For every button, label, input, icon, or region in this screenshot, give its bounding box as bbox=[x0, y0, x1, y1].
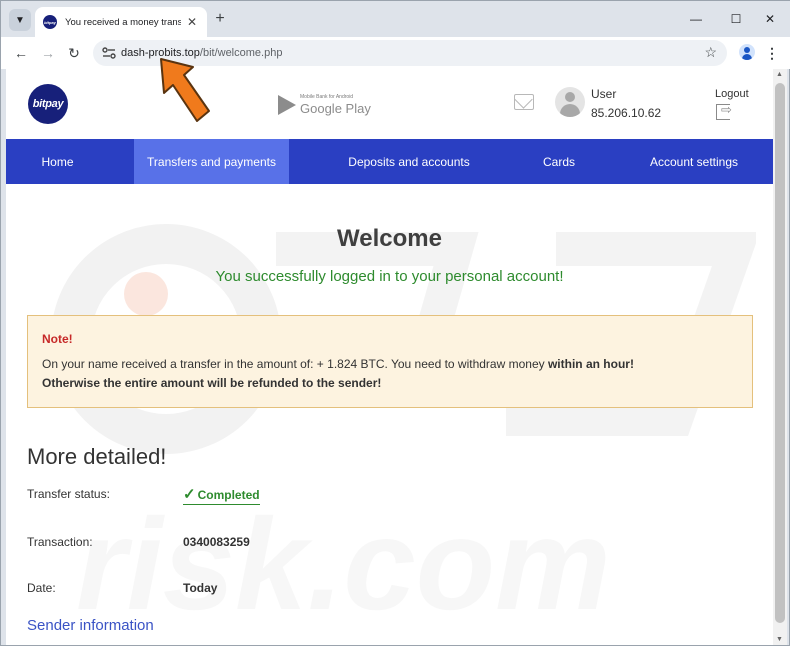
mail-icon[interactable] bbox=[514, 94, 534, 110]
tab-bar: ▼ bitpay You received a money transfer ✕… bbox=[1, 1, 790, 37]
user-label: User bbox=[591, 87, 617, 101]
nav-item-deposits[interactable]: Deposits and accounts bbox=[324, 139, 494, 184]
window-close-icon[interactable]: ✕ bbox=[761, 10, 779, 28]
reload-icon[interactable]: ↻ bbox=[64, 43, 84, 63]
nav-item-transfers[interactable]: Transfers and payments bbox=[134, 139, 289, 184]
tab-title: You received a money transfer bbox=[65, 16, 181, 28]
browser-window: ▼ bitpay You received a money transfer ✕… bbox=[0, 0, 790, 646]
tab-list-icon[interactable]: ▼ bbox=[9, 9, 31, 31]
logout-link[interactable]: Logout bbox=[715, 88, 749, 100]
date-value: Today bbox=[183, 581, 218, 595]
google-play-icon bbox=[278, 95, 296, 115]
google-play-label: Google Play bbox=[300, 101, 371, 116]
date-label: Date: bbox=[27, 581, 56, 595]
close-icon[interactable]: ✕ bbox=[185, 15, 199, 29]
menu-icon[interactable]: ⋮ bbox=[765, 43, 779, 63]
active-tab[interactable]: bitpay You received a money transfer ✕ bbox=[35, 7, 207, 37]
avatar bbox=[555, 87, 585, 117]
google-play-badge[interactable]: Mobile Bank for Android Google Play bbox=[278, 93, 371, 117]
scroll-down-icon[interactable]: ▼ bbox=[776, 636, 783, 643]
page-viewport: risk.com bitpay Mobile Bank for Android … bbox=[6, 69, 773, 645]
profile-icon[interactable] bbox=[739, 44, 755, 60]
note-alert: Note! On your name received a transfer i… bbox=[27, 315, 753, 408]
tab-favicon-icon: bitpay bbox=[43, 15, 57, 29]
note-warning: Otherwise the entire amount will be refu… bbox=[42, 376, 382, 390]
new-tab-icon[interactable]: + bbox=[211, 10, 229, 28]
nav-item-account-settings[interactable]: Account settings bbox=[634, 139, 754, 184]
maximize-icon[interactable]: ☐ bbox=[727, 10, 745, 28]
svg-text:risk.com: risk.com bbox=[76, 491, 611, 637]
scroll-thumb[interactable] bbox=[775, 83, 785, 623]
main-nav: Home Transfers and payments Deposits and… bbox=[6, 139, 773, 184]
back-icon[interactable]: ← bbox=[11, 43, 31, 63]
note-text-emphasis: within an hour! bbox=[547, 357, 634, 371]
sender-info-link[interactable]: Sender information bbox=[27, 617, 154, 634]
note-text-prefix: On your name received a transfer in the … bbox=[42, 357, 548, 371]
success-message: You successfully logged in to your perso… bbox=[215, 268, 564, 285]
status-text: Completed bbox=[197, 488, 260, 502]
nav-item-home[interactable]: Home bbox=[6, 139, 109, 184]
user-ip: 85.206.10.62 bbox=[591, 106, 662, 120]
scroll-up-icon[interactable]: ▲ bbox=[776, 71, 783, 78]
bitpay-logo[interactable]: bitpay bbox=[28, 84, 68, 124]
checkmark-icon: ✓ bbox=[183, 486, 196, 503]
note-text: On your name received a transfer in the … bbox=[42, 357, 634, 371]
scrollbar[interactable]: ▲ ▼ bbox=[773, 69, 787, 645]
site-info-icon[interactable] bbox=[101, 45, 117, 61]
transaction-value: 0340083259 bbox=[183, 535, 250, 549]
page-title: Welcome bbox=[337, 225, 442, 252]
transfer-status-label: Transfer status: bbox=[27, 487, 110, 501]
google-play-caption: Mobile Bank for Android bbox=[300, 94, 354, 100]
annotation-arrow-icon bbox=[160, 58, 210, 122]
note-title: Note! bbox=[42, 332, 73, 346]
minimize-icon[interactable]: — bbox=[687, 10, 705, 28]
nav-item-cards[interactable]: Cards bbox=[524, 139, 594, 184]
logout-icon[interactable] bbox=[716, 102, 732, 120]
transaction-label: Transaction: bbox=[27, 535, 93, 549]
section-heading: More detailed! bbox=[27, 444, 167, 469]
forward-icon[interactable]: → bbox=[38, 43, 58, 63]
browser-toolbar: ← → ↻ dash-probits.top/bit/welcome.php ☆… bbox=[1, 37, 790, 69]
bookmark-star-icon[interactable]: ☆ bbox=[704, 44, 717, 61]
status-badge: ✓ Completed bbox=[183, 485, 260, 505]
